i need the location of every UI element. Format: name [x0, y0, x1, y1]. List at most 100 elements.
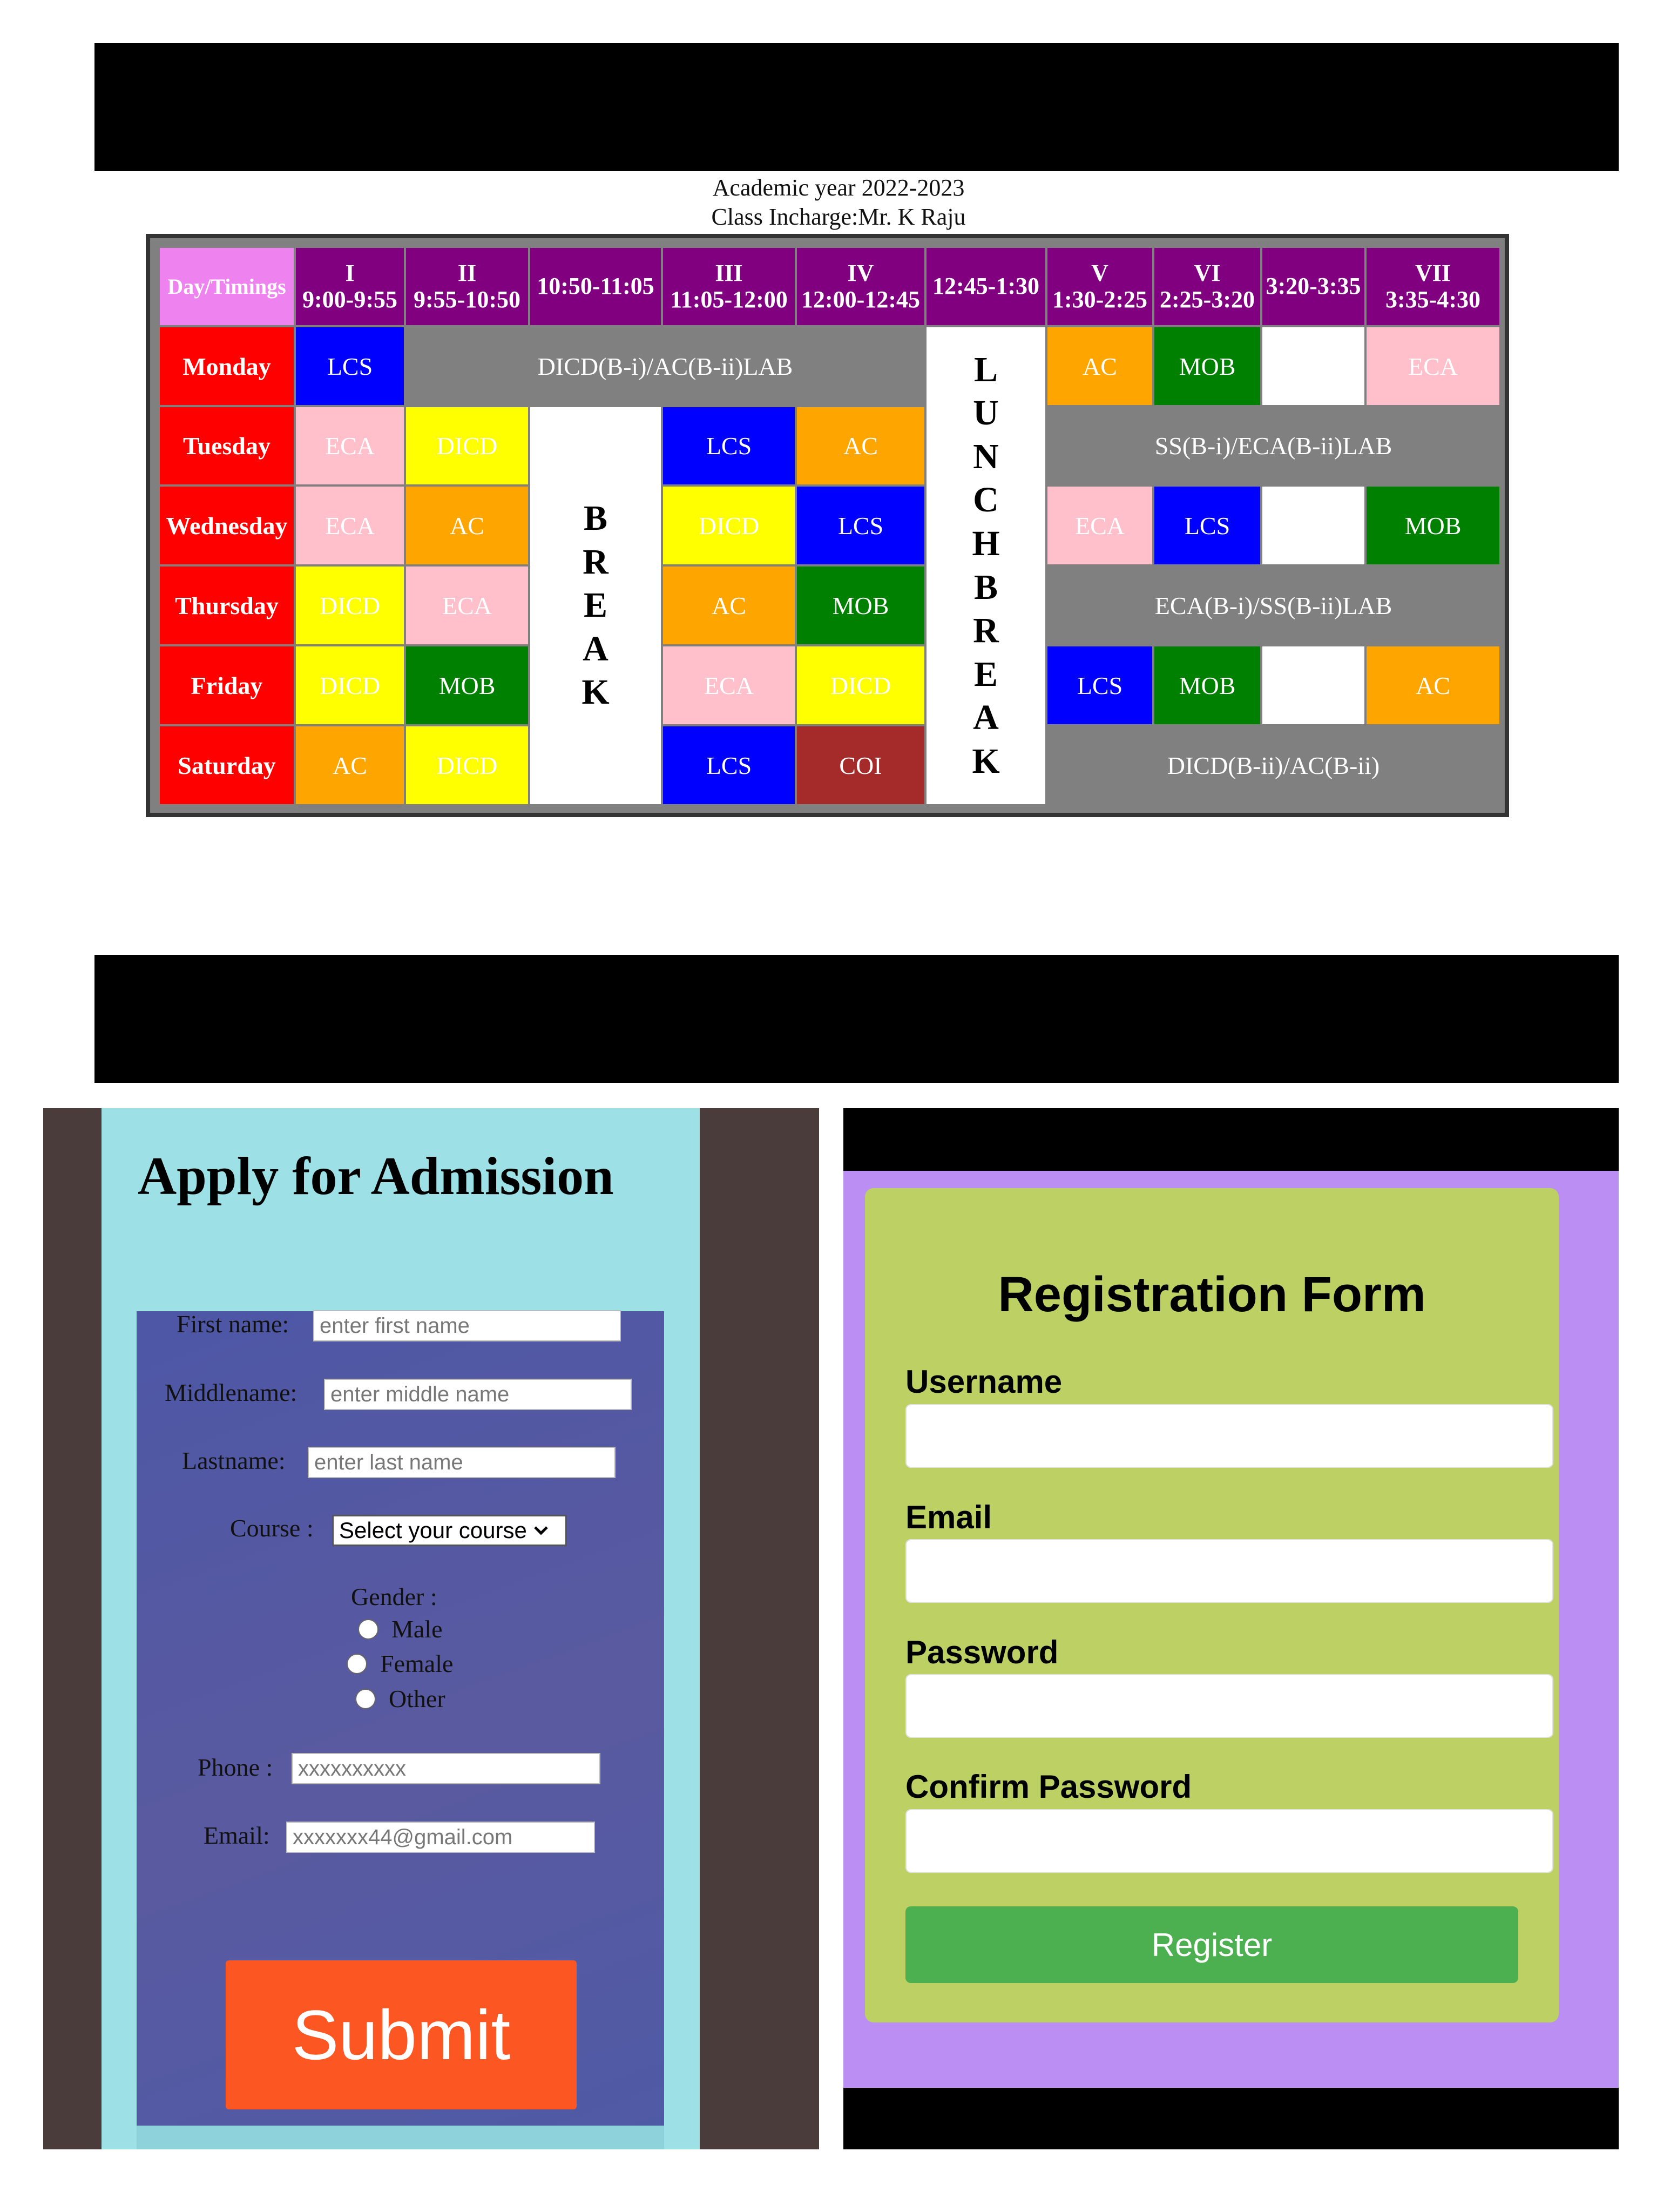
timetable-cell: ECA: [1367, 327, 1499, 405]
day-label: Monday: [160, 327, 294, 405]
phone-input[interactable]: xxxxxxxxxx: [292, 1753, 600, 1784]
timetable-cell: DICD: [406, 726, 528, 804]
timetable-cell: LCS: [663, 407, 795, 484]
timetable-cell: ECA: [296, 487, 404, 564]
timetable-cell: LCS: [1047, 646, 1152, 724]
day-label: Wednesday: [160, 487, 294, 564]
reg-email-input[interactable]: [905, 1539, 1553, 1603]
period-header: V 1:30-2:25: [1047, 248, 1152, 325]
timetable-cell: MOB: [1367, 487, 1499, 564]
period-header: I 9:00-9:55: [296, 248, 404, 325]
lunch-break-column-letter: R: [973, 611, 999, 651]
username-label: Username: [905, 1364, 1063, 1400]
username-input[interactable]: [905, 1404, 1553, 1468]
break-column-letter: E: [583, 585, 608, 625]
timetable-corner-header: Day/Timings: [160, 248, 294, 325]
last-name-input[interactable]: enter last name: [308, 1447, 616, 1478]
timetable-cell: AC: [663, 567, 795, 644]
timetable-cell: AC: [1047, 327, 1152, 405]
register-button[interactable]: Register: [905, 1906, 1518, 1983]
gender-other-radio[interactable]: [355, 1689, 376, 1709]
middle-name-label: Middlename:: [165, 1379, 297, 1406]
timetable-cell: LCS: [663, 726, 795, 804]
admission-title: Apply for Admission: [138, 1146, 614, 1206]
lunch-break-column-letter: U: [973, 393, 999, 433]
lunch-break-column: LUNCHBREAK: [927, 327, 1045, 804]
period-number: IV: [847, 260, 874, 287]
day-label: Thursday: [160, 567, 294, 644]
period-header: VI 2:25-3:20: [1154, 248, 1260, 325]
confirm-password-input[interactable]: [905, 1809, 1553, 1873]
lunch-break-column-letter: N: [973, 436, 999, 476]
period-time: 3:20-3:35: [1266, 273, 1361, 300]
middle-name-input[interactable]: enter middle name: [324, 1379, 632, 1410]
course-label: Course :: [230, 1514, 314, 1542]
lunch-break-column-letter: E: [973, 654, 998, 694]
break-column-letter: K: [581, 672, 610, 712]
period-time: 12:45-1:30: [932, 273, 1039, 300]
password-label: Password: [905, 1634, 1059, 1670]
timetable-cell: LCS: [1154, 487, 1260, 564]
period-time: 10:50-11:05: [537, 273, 654, 300]
first-name-label: First name:: [177, 1310, 289, 1338]
period-number: VII: [1415, 260, 1451, 287]
period-time: 9:55-10:50: [414, 286, 520, 313]
reg-email-label: Email: [905, 1499, 992, 1535]
period-time: 3:35-4:30: [1385, 286, 1480, 313]
lunch-break-column-letter: A: [973, 698, 999, 738]
class-incharge-caption: Class Incharge:Mr. K Raju: [711, 204, 966, 230]
period-time: 9:00-9:55: [302, 286, 397, 313]
phone-label: Phone :: [198, 1754, 273, 1781]
timetable-cell: MOB: [797, 567, 924, 644]
lunch-break-column-letter: C: [973, 480, 999, 520]
gender-male-radio[interactable]: [358, 1619, 378, 1640]
gender-female-radio[interactable]: [347, 1654, 367, 1674]
period-time: 11:05-12:00: [670, 286, 788, 313]
period-header: II 9:55-10:50: [406, 248, 528, 325]
lunch-break-column-letter: H: [972, 523, 1000, 563]
timetable-cell: DICD: [663, 487, 795, 564]
timetable-cell: DICD: [797, 646, 924, 724]
timetable-cell: AC: [406, 487, 528, 564]
period-number: I: [345, 260, 355, 287]
course-select-value: Select your course: [339, 1518, 527, 1543]
period-header: VII 3:35-4:30: [1367, 248, 1499, 325]
lab-cell: DICD(B-ii)/AC(B-ii): [1047, 726, 1499, 804]
registration-bottom-bar: [843, 2088, 1619, 2149]
lunch-break-column-letter: L: [973, 349, 998, 389]
course-select[interactable]: Select your course: [332, 1515, 567, 1546]
gender-label: Gender :: [351, 1583, 437, 1610]
password-input[interactable]: [905, 1674, 1553, 1738]
first-name-input[interactable]: enter first name: [313, 1310, 621, 1341]
timetable-cell: AC: [1367, 646, 1499, 724]
timetable-cell: LCS: [797, 487, 924, 564]
timetable-cell: ECA: [406, 567, 528, 644]
gender-male-label: Male: [391, 1615, 443, 1643]
chevron-down-icon: [534, 1526, 548, 1535]
timetable-cell: ECA: [1047, 487, 1152, 564]
lab-cell: SS(B-i)/ECA(B-ii)LAB: [1047, 407, 1499, 484]
period-time: 1:30-2:25: [1052, 286, 1147, 313]
timetable-cell: MOB: [406, 646, 528, 724]
timetable-cell: MOB: [1154, 327, 1260, 405]
confirm-password-label: Confirm Password: [905, 1769, 1192, 1805]
empty-cell: [1262, 327, 1364, 405]
break-column-letter: A: [583, 629, 608, 669]
lunch-break-column-letter: B: [973, 567, 998, 607]
email-label: Email:: [204, 1822, 270, 1849]
period-header: IV 12:00-12:45: [797, 248, 924, 325]
period-time: 2:25-3:20: [1160, 286, 1255, 313]
timetable-cell: AC: [296, 726, 404, 804]
timetable-cell: AC: [797, 407, 924, 484]
timetable-cell: ECA: [663, 646, 795, 724]
day-label: Saturday: [160, 726, 294, 804]
registration-top-bar: [843, 1108, 1619, 1171]
period-number: V: [1091, 260, 1108, 287]
redaction-bar-top: [94, 43, 1619, 171]
lab-cell: ECA(B-i)/SS(B-ii)LAB: [1047, 567, 1499, 644]
last-name-label: Lastname:: [182, 1447, 286, 1474]
lab-cell: DICD(B-i)/AC(B-ii)LAB: [406, 327, 924, 405]
submit-button[interactable]: Submit: [226, 1960, 577, 2109]
academic-year-caption: Academic year 2022-2023: [712, 174, 965, 201]
email-input[interactable]: xxxxxxx44@gmail.com: [286, 1822, 595, 1853]
